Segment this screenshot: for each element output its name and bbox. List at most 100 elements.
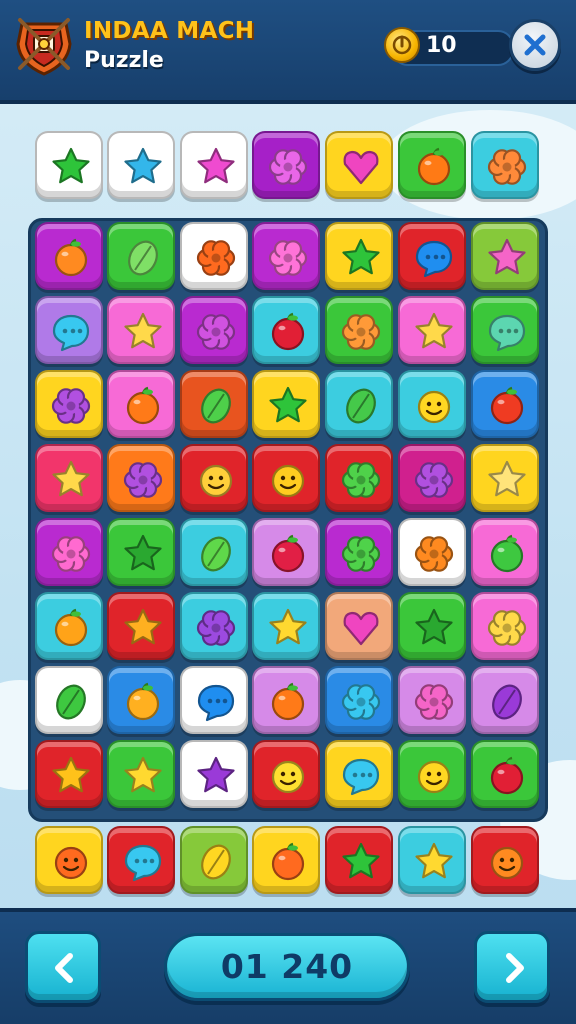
board-tile[interactable] <box>252 740 320 808</box>
bubble-icon <box>488 314 526 352</box>
board-tile[interactable] <box>471 592 539 660</box>
board-tile[interactable] <box>398 666 466 734</box>
board-tile[interactable] <box>35 222 103 290</box>
leaf-icon <box>492 684 522 720</box>
board-tile[interactable] <box>107 740 175 808</box>
fruit-icon <box>54 238 88 277</box>
star-icon <box>124 312 162 349</box>
board-tile[interactable] <box>471 666 539 734</box>
board-tile[interactable] <box>252 444 320 512</box>
board-tile[interactable] <box>471 222 539 290</box>
star-icon <box>197 756 235 793</box>
goal-tile[interactable] <box>180 131 248 199</box>
star-icon <box>269 608 307 645</box>
board-tile[interactable] <box>35 666 103 734</box>
flower-icon <box>51 536 91 572</box>
board-tile[interactable] <box>398 444 466 512</box>
board-tile[interactable] <box>398 296 466 364</box>
board-tile[interactable] <box>252 222 320 290</box>
board-tile[interactable] <box>325 592 393 660</box>
board-tile[interactable] <box>35 592 103 660</box>
board-tile[interactable] <box>180 370 248 438</box>
board-tile[interactable] <box>180 740 248 808</box>
board-tile[interactable] <box>180 592 248 660</box>
board-tile[interactable] <box>107 518 175 586</box>
board-tile[interactable] <box>35 740 103 808</box>
board-tile[interactable] <box>398 370 466 438</box>
goal-tile[interactable] <box>325 131 393 199</box>
shield-logo-icon <box>14 14 74 78</box>
board-tile[interactable] <box>107 296 175 364</box>
leaf-icon <box>201 388 231 424</box>
tray-tile[interactable] <box>107 826 175 894</box>
coin-count: 10 <box>426 33 457 58</box>
board-tile[interactable] <box>325 666 393 734</box>
board-tile[interactable] <box>325 444 393 512</box>
smiley-icon <box>490 846 524 880</box>
board-tile[interactable] <box>325 370 393 438</box>
board-tile[interactable] <box>471 444 539 512</box>
goal-tile[interactable] <box>35 131 103 199</box>
leaf-icon <box>201 844 231 880</box>
board-tile[interactable] <box>107 592 175 660</box>
board-tile[interactable] <box>325 518 393 586</box>
board-tile[interactable] <box>252 296 320 364</box>
board-tile[interactable] <box>180 518 248 586</box>
score-display: 01 240 <box>164 933 410 1001</box>
star-icon <box>415 842 453 879</box>
fruit-icon <box>490 386 524 425</box>
flower-icon <box>268 240 308 276</box>
board-tile[interactable] <box>107 666 175 734</box>
bubble-icon <box>342 758 380 796</box>
tray-tile[interactable] <box>180 826 248 894</box>
board-tile[interactable] <box>471 740 539 808</box>
flower-icon <box>487 149 527 185</box>
tray-tile[interactable] <box>325 826 393 894</box>
board-tile[interactable] <box>35 444 103 512</box>
board-tile[interactable] <box>252 518 320 586</box>
chevron-right-icon <box>506 953 524 983</box>
star-icon <box>52 756 90 793</box>
board-tile[interactable] <box>180 666 248 734</box>
previous-button[interactable] <box>25 931 101 1003</box>
board-tile[interactable] <box>471 296 539 364</box>
goal-tile[interactable] <box>252 131 320 199</box>
board-tile[interactable] <box>107 370 175 438</box>
board-tile[interactable] <box>471 518 539 586</box>
board-tile[interactable] <box>252 666 320 734</box>
board-tile[interactable] <box>471 370 539 438</box>
flower-icon <box>414 462 454 498</box>
flower-icon <box>196 314 236 350</box>
next-button[interactable] <box>474 931 550 1003</box>
board-tile[interactable] <box>325 740 393 808</box>
board-tile[interactable] <box>35 296 103 364</box>
board-tile[interactable] <box>180 444 248 512</box>
tray-tile[interactable] <box>35 826 103 894</box>
board-tile[interactable] <box>35 518 103 586</box>
star-icon <box>415 608 453 645</box>
board-tile[interactable] <box>325 222 393 290</box>
board-tile[interactable] <box>180 222 248 290</box>
board-tile[interactable] <box>398 222 466 290</box>
tray-tile[interactable] <box>398 826 466 894</box>
board-tile[interactable] <box>107 222 175 290</box>
star-icon <box>124 147 162 184</box>
tray-tile[interactable] <box>252 826 320 894</box>
board-tile[interactable] <box>107 444 175 512</box>
board-tile[interactable] <box>252 592 320 660</box>
board-tile[interactable] <box>325 296 393 364</box>
board-tile[interactable] <box>398 518 466 586</box>
goal-tile[interactable] <box>107 131 175 199</box>
board-tile[interactable] <box>35 370 103 438</box>
fruit-icon <box>417 147 451 186</box>
goal-tile[interactable] <box>471 131 539 199</box>
board-tile[interactable] <box>398 592 466 660</box>
board-tile[interactable] <box>398 740 466 808</box>
flower-icon <box>414 536 454 572</box>
close-button[interactable] <box>509 19 561 71</box>
goal-tile[interactable] <box>398 131 466 199</box>
board-tile[interactable] <box>252 370 320 438</box>
star-icon <box>269 386 307 423</box>
board-tile[interactable] <box>180 296 248 364</box>
tray-tile[interactable] <box>471 826 539 894</box>
